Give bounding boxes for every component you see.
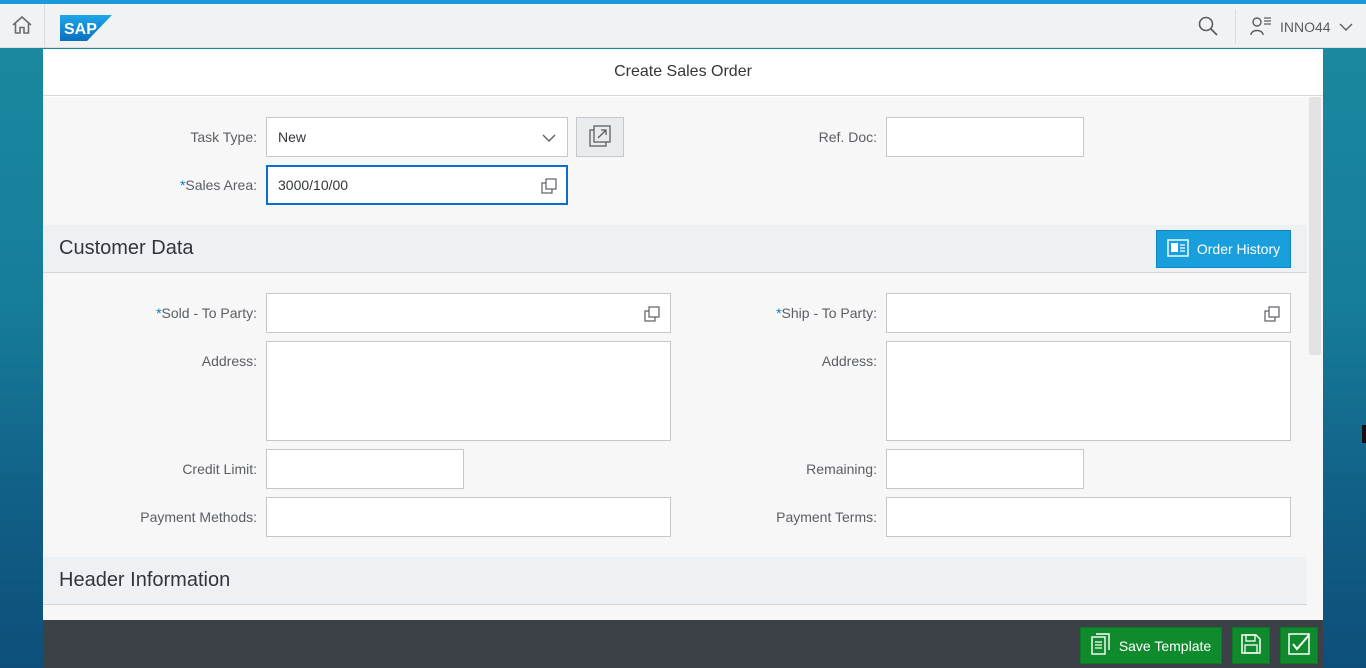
user-menu-icon (1250, 16, 1272, 39)
scrollbar-thumb[interactable] (1309, 97, 1321, 355)
user-name: INNO44 (1280, 19, 1331, 35)
value-help-icon[interactable] (644, 306, 660, 322)
checkbox-checked-icon (1288, 633, 1310, 658)
remaining-label: Remaining: (806, 461, 877, 477)
sales-area-label: *Sales Area: (179, 177, 257, 193)
task-type-value: New (278, 129, 307, 145)
open-external-button[interactable] (576, 117, 624, 157)
mouse-cursor (1362, 425, 1366, 443)
save-button[interactable] (1232, 627, 1270, 664)
submit-button[interactable] (1280, 627, 1318, 664)
sold-to-address-textarea[interactable] (266, 341, 671, 441)
sap-logo[interactable]: SAP (60, 15, 112, 44)
ship-to-address-textarea[interactable] (886, 341, 1291, 441)
home-button[interactable] (0, 4, 44, 48)
order-history-label: Order History (1196, 241, 1281, 257)
footer-toolbar: Save Template (43, 620, 1323, 668)
search-icon (1198, 16, 1218, 39)
ship-to-party-input[interactable] (886, 293, 1291, 333)
save-template-label: Save Template (1118, 637, 1212, 654)
header-information-header: Header Information (43, 557, 1307, 605)
chevron-down-icon (1339, 19, 1353, 35)
shell-divider (44, 4, 45, 48)
home-icon (11, 15, 33, 38)
address-label: Address: (821, 353, 877, 369)
chevron-down-icon (541, 130, 557, 146)
shell-bar: SAP INNO44 (0, 4, 1366, 48)
search-button[interactable] (1190, 12, 1226, 42)
payment-methods-input[interactable] (266, 497, 671, 537)
external-link-icon (589, 124, 611, 150)
task-type-select[interactable]: New (266, 117, 568, 157)
save-icon (1241, 634, 1261, 657)
value-help-icon[interactable] (1264, 306, 1280, 322)
contact-card-icon (1167, 238, 1189, 260)
section-title: Header Information (59, 569, 231, 591)
task-type-label: Task Type: (190, 129, 257, 145)
shell-divider (1235, 10, 1236, 44)
page-title: Create Sales Order (43, 49, 1323, 96)
remaining-input[interactable] (886, 449, 1084, 489)
form-content: Task Type: New Ref. Doc: *Sales Area: 30… (43, 97, 1307, 620)
payment-terms-label: Payment Terms: (776, 509, 877, 525)
sales-area-input[interactable]: 3000/10/00 (266, 165, 568, 205)
credit-limit-input[interactable] (266, 449, 464, 489)
sales-area-value: 3000/10/00 (278, 177, 349, 193)
svg-text:SAP: SAP (64, 21, 97, 38)
save-template-button[interactable]: Save Template (1080, 627, 1222, 664)
value-help-icon[interactable] (541, 178, 557, 194)
section-title: Customer Data (59, 237, 194, 259)
credit-limit-label: Credit Limit: (182, 461, 257, 477)
sold-to-party-label: *Sold - To Party: (156, 305, 257, 321)
payment-terms-input[interactable] (886, 497, 1291, 537)
user-menu[interactable]: INNO44 (1250, 14, 1353, 40)
ref-doc-label: Ref. Doc: (818, 129, 877, 145)
payment-methods-label: Payment Methods: (140, 509, 257, 525)
ref-doc-input[interactable] (886, 117, 1084, 157)
address-label: Address: (201, 353, 257, 369)
order-history-button[interactable]: Order History (1156, 230, 1291, 268)
app-container: Create Sales Order Task Type: New Ref. D… (43, 49, 1323, 620)
customer-data-header: Customer Data Order History (43, 225, 1307, 273)
sold-to-party-input[interactable] (266, 293, 671, 333)
ship-to-party-label: *Ship - To Party: (776, 305, 877, 321)
document-copy-icon (1091, 633, 1111, 658)
